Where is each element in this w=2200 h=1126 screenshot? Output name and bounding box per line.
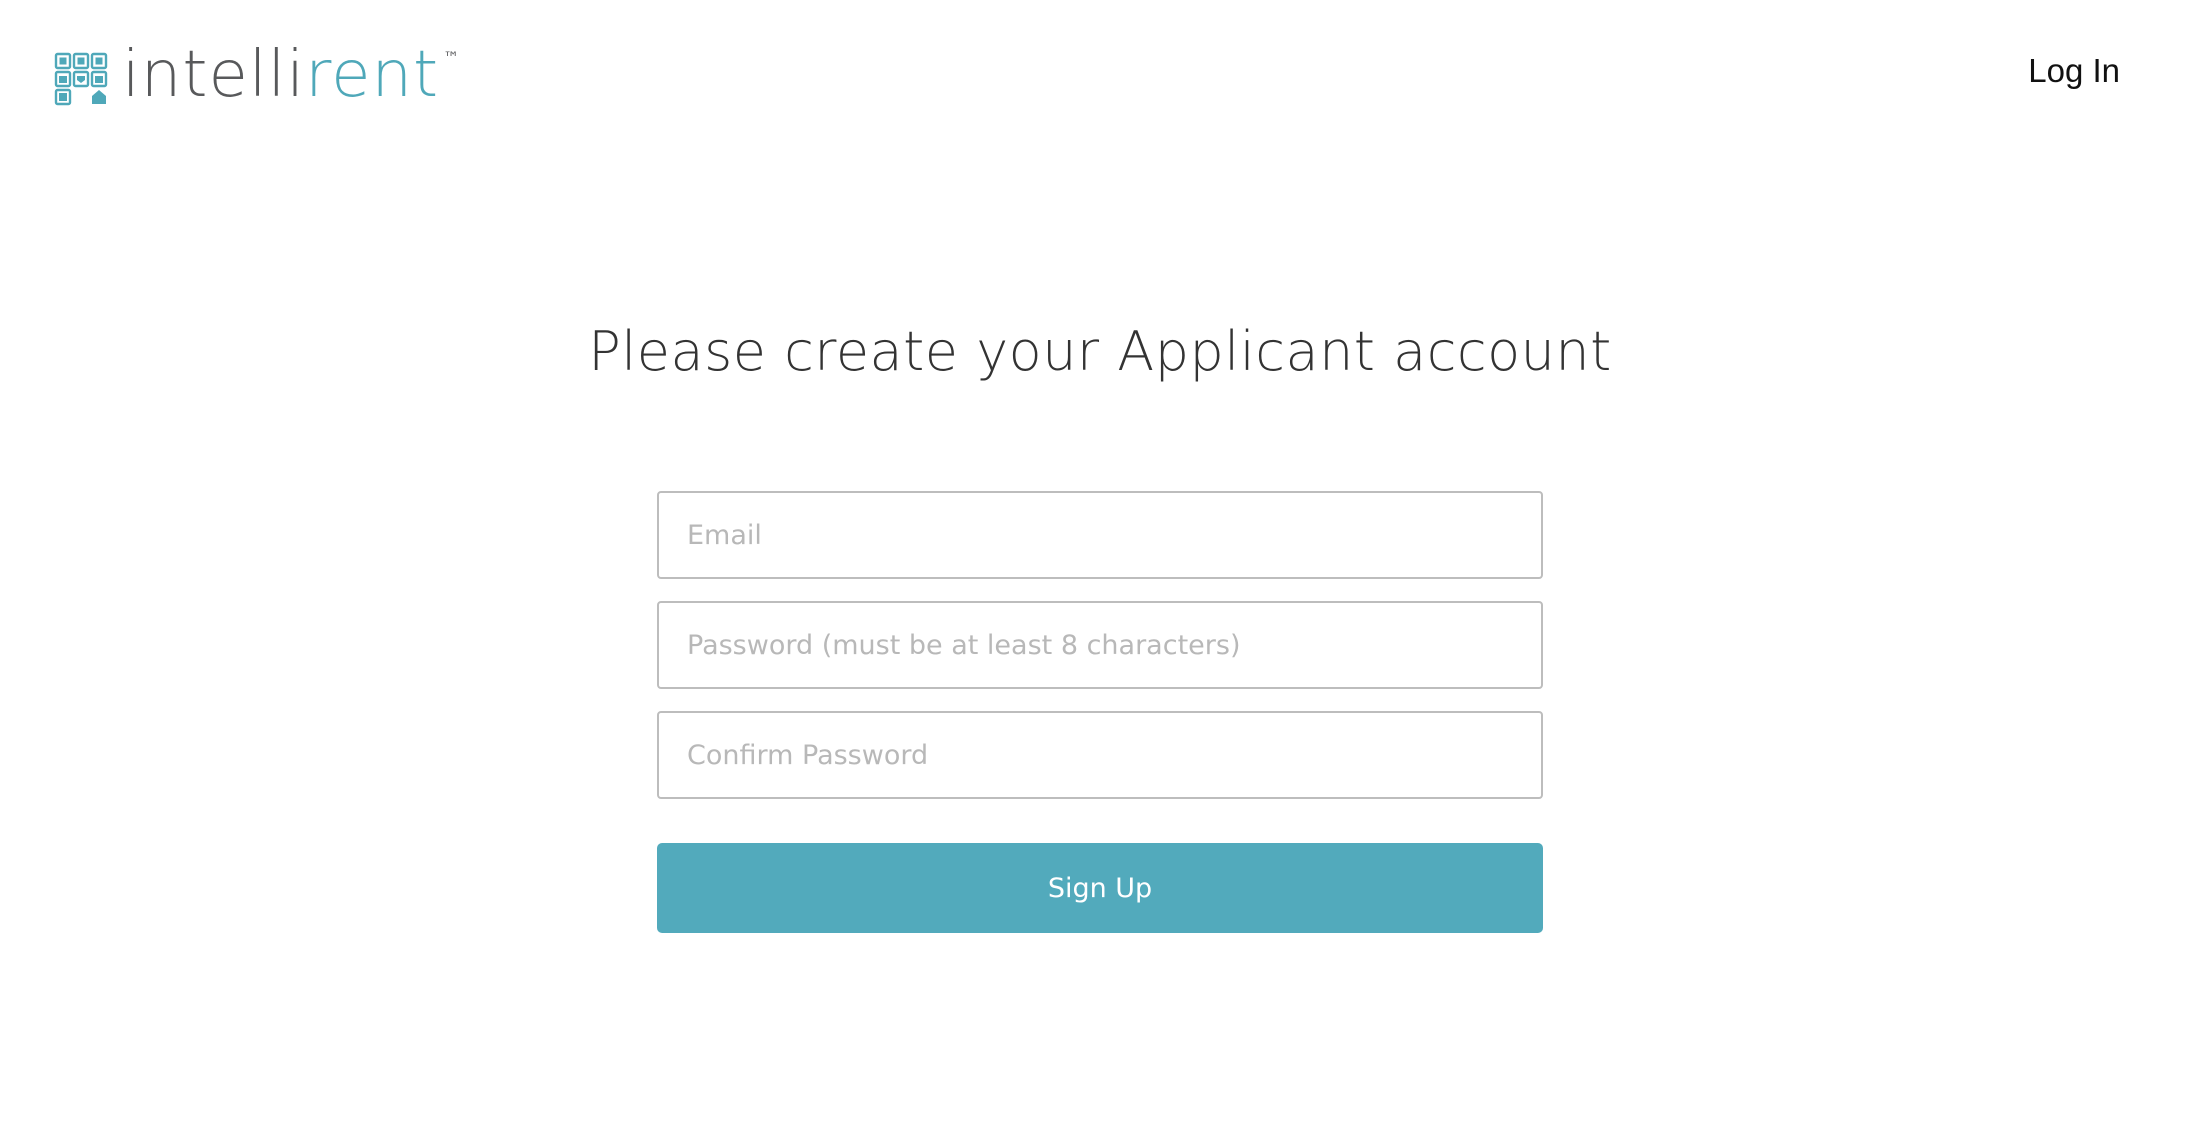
confirm-password-field[interactable]: [657, 711, 1543, 799]
email-field[interactable]: [657, 491, 1543, 579]
brand-wordmark: intellirent: [122, 40, 439, 110]
login-link[interactable]: Log In: [2028, 52, 2120, 90]
brand-logo[interactable]: intellirent ™: [54, 40, 460, 114]
header: intellirent ™ Log In: [0, 0, 2200, 150]
intellirent-grid-logo-icon: [54, 52, 108, 106]
password-field[interactable]: [657, 601, 1543, 689]
trademark-symbol: ™: [443, 47, 460, 67]
signup-form: Sign Up: [657, 491, 1543, 933]
signup-page: intellirent ™ Log In Please create your …: [0, 0, 2200, 1126]
brand-wordmark-accent: rent: [305, 38, 440, 112]
sign-up-button[interactable]: Sign Up: [657, 843, 1543, 933]
brand-wordmark-main: intelli: [122, 38, 306, 112]
signup-form-section: Please create your Applicant account Sig…: [0, 320, 2200, 933]
page-title: Please create your Applicant account: [588, 320, 1612, 383]
